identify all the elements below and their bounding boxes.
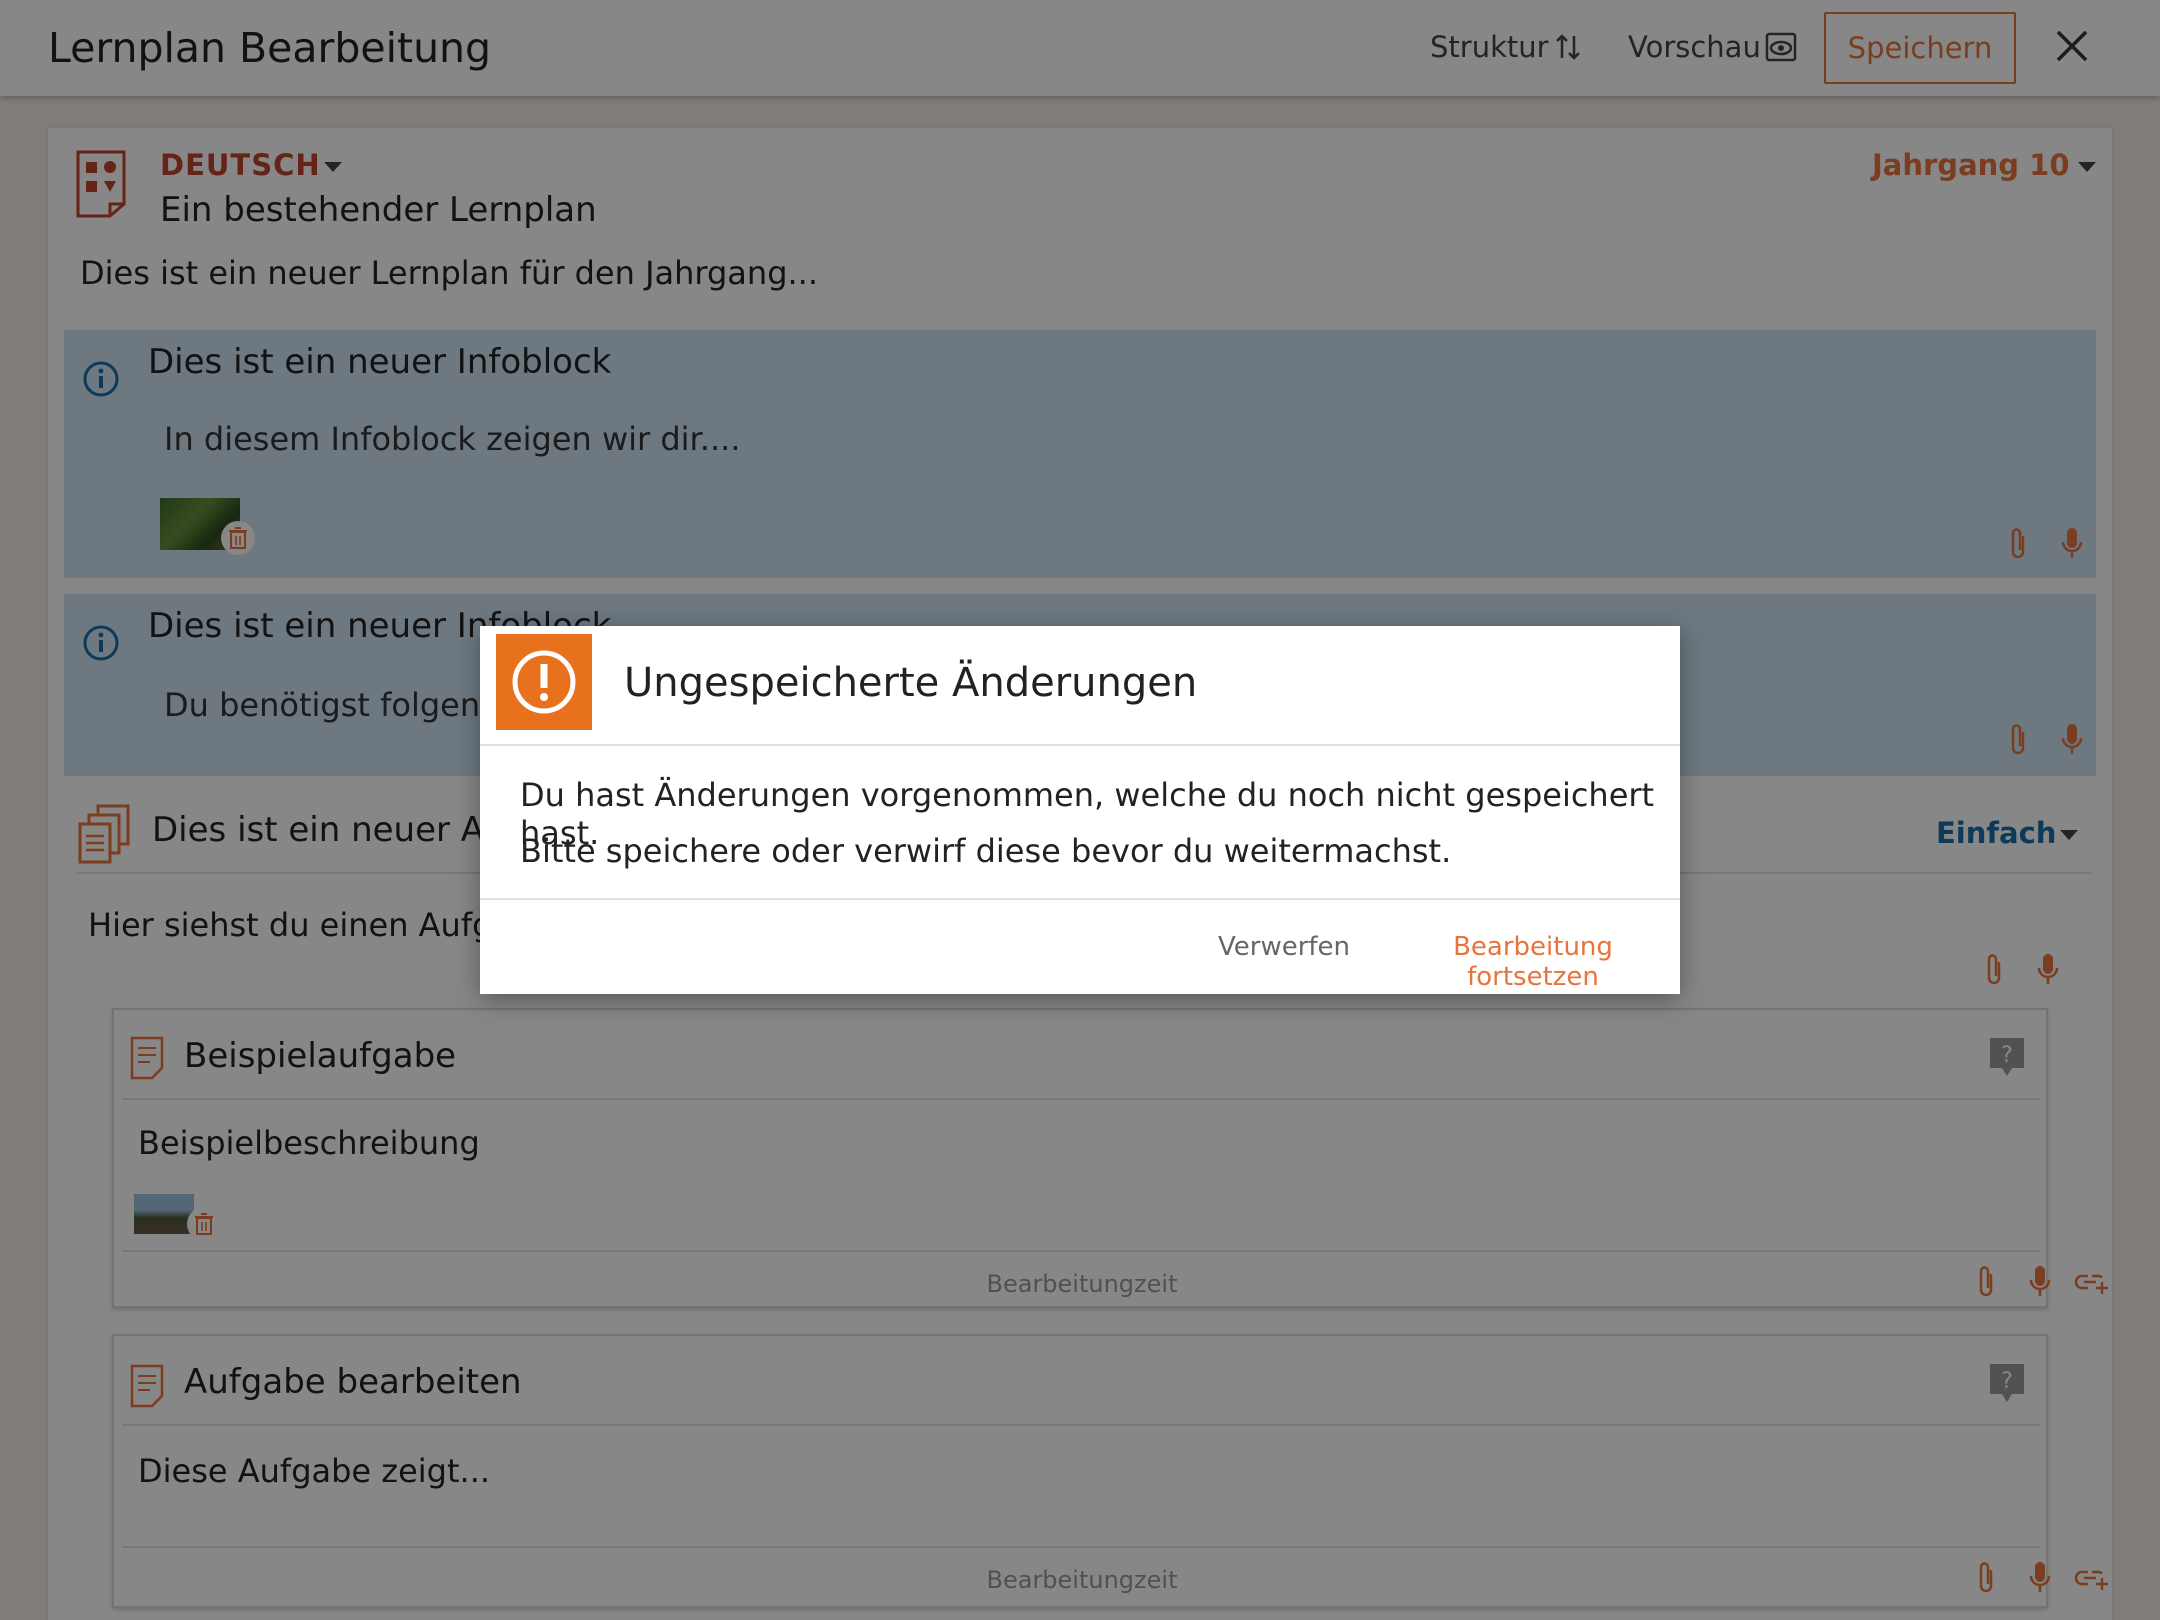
divider [480,898,1680,900]
dialog-title: Ungespeicherte Änderungen [624,660,1198,706]
dialog-message: Bitte speichere oder verwirf diese bevor… [520,832,1452,870]
continue-editing-button[interactable]: Bearbeitung fortsetzen [1386,932,1680,992]
divider [480,744,1680,746]
warning-badge [496,634,592,730]
warning-icon [512,650,576,714]
discard-button[interactable]: Verwerfen [1218,932,1350,962]
unsaved-changes-dialog: Ungespeicherte Änderungen Du hast Änderu… [480,626,1680,994]
